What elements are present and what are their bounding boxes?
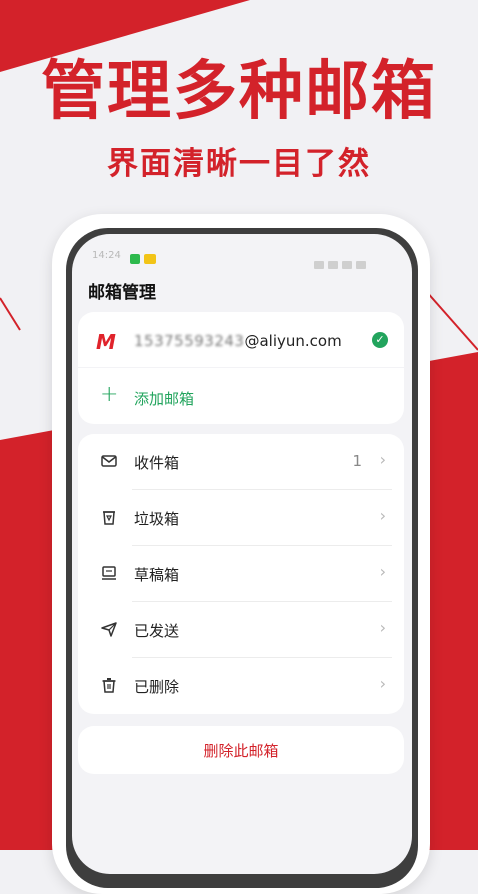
add-mailbox-button[interactable]: + 添加邮箱 — [78, 368, 404, 424]
drafts-icon — [102, 566, 116, 580]
signal-icon — [328, 261, 338, 269]
folder-sent[interactable]: 已发送 › — [78, 602, 404, 658]
delete-mailbox-label: 删除此邮箱 — [203, 742, 279, 760]
wifi-icon — [342, 261, 352, 269]
folder-label: 收件箱 — [134, 454, 180, 472]
promo-headline: 管理多种邮箱 — [41, 55, 437, 129]
battery-icon — [356, 261, 366, 269]
phone-screen: 14:24 邮箱管理 M 15375593243@aliyun.com ✓ + … — [72, 234, 412, 874]
selected-check-icon: ✓ — [372, 332, 388, 348]
folder-label: 已发送 — [134, 622, 180, 640]
account-email-prefix: 15375593243 — [134, 332, 245, 350]
page-title: 邮箱管理 — [88, 283, 156, 303]
delete-icon — [102, 678, 116, 693]
account-card: M 15375593243@aliyun.com ✓ + 添加邮箱 — [78, 312, 404, 424]
plus-icon: + — [100, 382, 119, 407]
send-icon — [101, 622, 117, 637]
chevron-right-icon: › — [379, 618, 386, 637]
folder-spam[interactable]: 垃圾箱 › — [78, 490, 404, 546]
bluetooth-icon — [314, 261, 324, 269]
app-notification-icon — [144, 254, 156, 264]
folder-drafts[interactable]: 草稿箱 › — [78, 546, 404, 602]
account-email-domain: @aliyun.com — [244, 332, 342, 350]
folder-label: 已删除 — [134, 678, 180, 696]
chevron-right-icon: › — [379, 674, 386, 693]
status-bar: 14:24 — [72, 250, 412, 269]
account-row[interactable]: M 15375593243@aliyun.com ✓ — [78, 312, 404, 368]
mail-provider-logo-icon: M — [96, 330, 116, 354]
system-status-icons — [310, 254, 390, 269]
unread-count: 1 — [352, 452, 362, 470]
chevron-right-icon: › — [379, 506, 386, 525]
folder-label: 垃圾箱 — [134, 510, 180, 528]
add-mailbox-label: 添加邮箱 — [134, 390, 195, 408]
folder-deleted[interactable]: 已删除 › — [78, 658, 404, 714]
wechat-notification-icon — [130, 254, 140, 264]
chevron-right-icon: › — [379, 450, 386, 469]
chevron-right-icon: › — [379, 562, 386, 581]
accent-line-left — [0, 297, 21, 331]
account-email: 15375593243@aliyun.com — [134, 332, 342, 350]
promo-subline: 界面清晰一目了然 — [107, 146, 371, 182]
inbox-icon — [101, 455, 117, 467]
folders-card: 收件箱 1 › 垃圾箱 › 草稿箱 › 已发送 › 已删除 › — [78, 434, 404, 714]
trash-bin-icon — [103, 511, 115, 525]
status-time: 14:24 — [92, 250, 121, 261]
delete-mailbox-button[interactable]: 删除此邮箱 — [78, 726, 404, 774]
folder-inbox[interactable]: 收件箱 1 › — [78, 434, 404, 490]
folder-label: 草稿箱 — [134, 566, 180, 584]
